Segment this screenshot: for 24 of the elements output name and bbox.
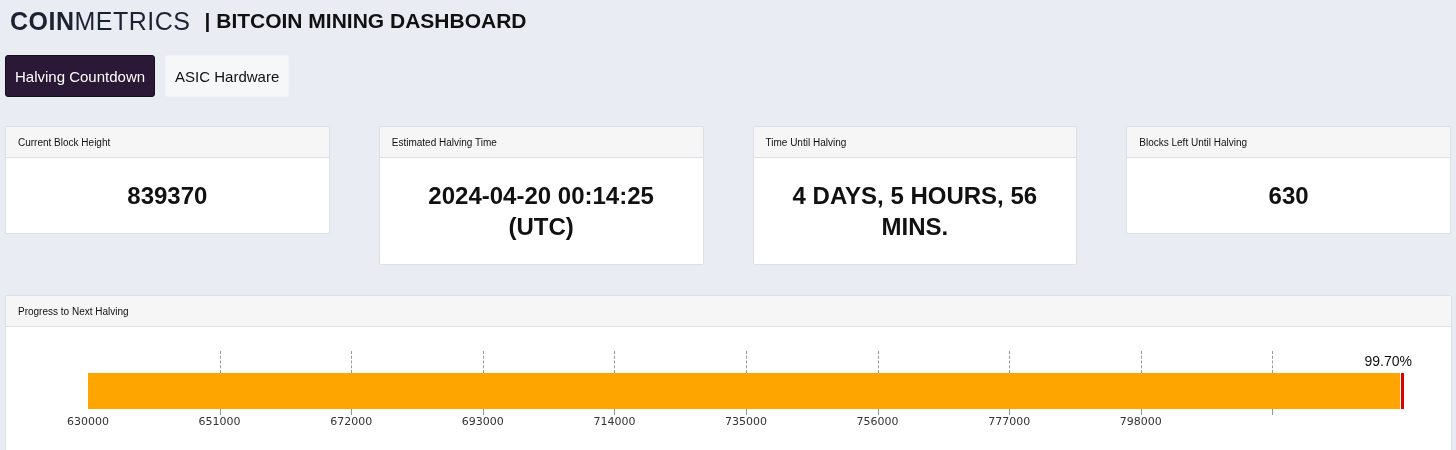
tick-label: 756000 [856,415,899,428]
tick-label: 777000 [988,415,1031,428]
card-value: 2024-04-20 00:14:25 (UTC) [427,181,655,242]
card-title: Time Until Halving [753,127,1077,158]
dashboard-title: | BITCOIN MINING DASHBOARD [204,9,527,33]
panel-title: Progress to Next Halving [6,296,1451,327]
card-value: 630 [1268,181,1309,211]
tab[interactable]: Halving Countdown [5,55,156,97]
tick-label: 735000 [725,415,767,428]
logo: COINMETRICS [10,6,191,36]
tab[interactable]: ASIC Hardware [165,55,290,97]
tick-label: 651000 [198,415,241,428]
card-title: Current Block Height [6,127,329,158]
progress-reading: 99.70% [1364,353,1412,369]
card-value: 4 DAYS, 5 HOURS, 56 MINS. [791,181,1039,242]
tick-label: 693000 [461,415,504,428]
end-marker [1401,373,1404,409]
card-title: Blocks Left Until Halving [1127,127,1450,158]
card-value: 839370 [127,181,208,211]
tick-label: 714000 [593,415,636,428]
card-title: Estimated Halving Time [379,127,703,158]
tick-label: 672000 [330,415,373,428]
tick-label: 798000 [1119,415,1162,428]
tick-label: 630000 [67,415,109,428]
